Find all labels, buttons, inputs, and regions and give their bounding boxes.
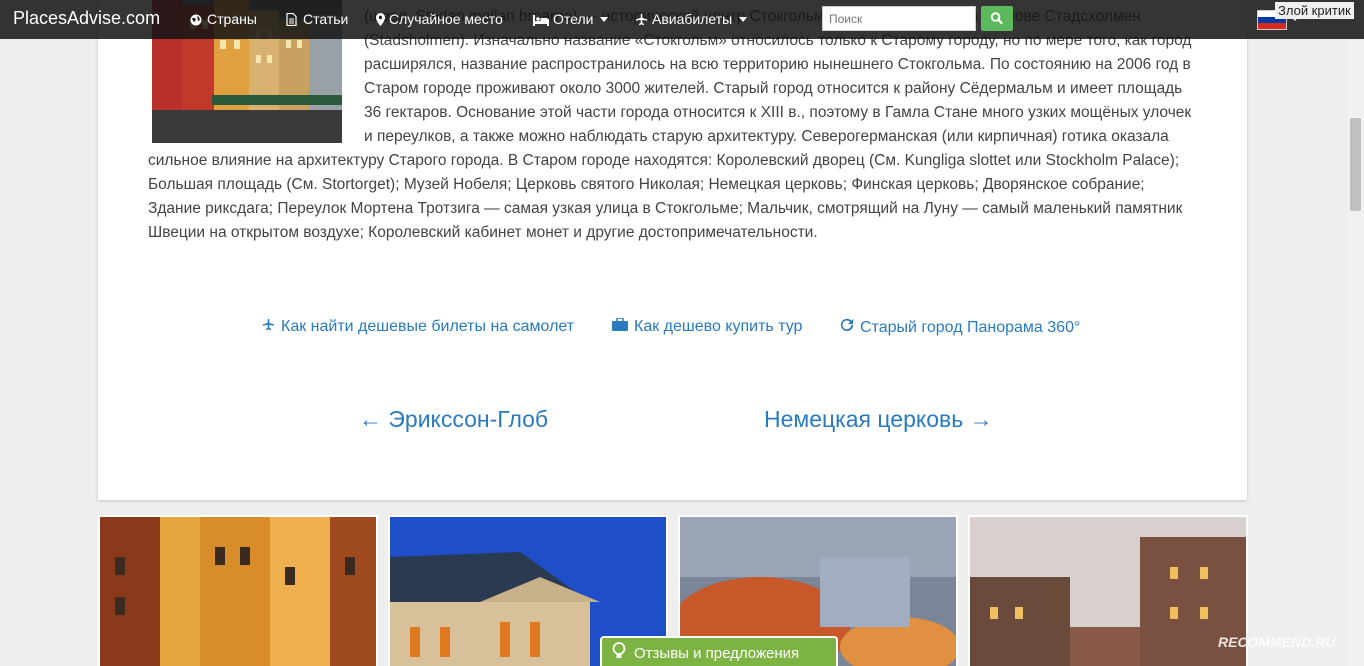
chevron-down-icon <box>739 16 748 22</box>
nav-hotels[interactable]: Отели <box>533 11 609 27</box>
cheap-flights-link[interactable]: Как найти дешевые билеты на самолет <box>262 318 574 336</box>
article-body: (швед. Staden mellan broarna) — историче… <box>148 5 1198 245</box>
brand-logo[interactable]: PlacesAdvise.com <box>13 8 160 29</box>
feedback-button[interactable]: Отзывы и предложения <box>600 636 838 666</box>
nav-flights-label: Авиабилеты <box>652 11 733 27</box>
nav-hotels-label: Отели <box>553 11 594 27</box>
gallery-thumb-1[interactable] <box>98 515 378 666</box>
next-article-link[interactable]: Немецкая церковь → <box>764 406 993 433</box>
nav-countries-label: Страны <box>207 11 257 27</box>
map-marker-icon <box>376 12 385 26</box>
bed-icon <box>533 13 549 26</box>
file-icon <box>286 12 299 26</box>
search-input[interactable] <box>822 6 976 31</box>
watermark: RECOMMEND.RU <box>1218 634 1336 650</box>
nav-countries[interactable]: Страны <box>190 11 257 27</box>
cheap-tour-link[interactable]: Как дешево купить тур <box>612 317 803 336</box>
user-name[interactable]: Злой критик <box>1275 2 1354 19</box>
cheap-tour-label: Как дешево купить тур <box>634 318 803 335</box>
lightbulb-icon <box>612 642 626 664</box>
search-button[interactable] <box>981 6 1013 31</box>
prev-article-link[interactable]: ← Эрикссон-Глоб <box>359 406 548 433</box>
scrollbar-track[interactable] <box>1347 0 1364 666</box>
nav-articles[interactable]: Статьи <box>286 11 348 27</box>
search-icon <box>990 12 1003 25</box>
cheap-flights-label: Как найти дешевые билеты на самолет <box>281 318 575 335</box>
nav-random-place[interactable]: Случайное место <box>376 11 503 27</box>
suitcase-icon <box>612 317 628 336</box>
plane-icon <box>262 318 275 336</box>
top-navbar: PlacesAdvise.com Страны Статьи Случайное… <box>0 0 1364 39</box>
panorama-link[interactable]: Старый город Панорама 360° <box>840 318 1080 337</box>
feedback-label: Отзывы и предложения <box>634 644 800 662</box>
globe-icon <box>190 13 203 26</box>
related-links: Как найти дешевые билеты на самолет Как … <box>0 317 1364 340</box>
refresh-icon <box>840 318 854 337</box>
gallery-thumb-4[interactable] <box>968 515 1248 666</box>
scrollbar-thumb[interactable] <box>1350 118 1361 211</box>
chevron-down-icon <box>600 16 609 22</box>
nav-random-place-label: Случайное место <box>389 11 503 27</box>
nav-flights[interactable]: Авиабилеты <box>635 11 748 27</box>
plane-icon <box>635 13 648 26</box>
panorama-label: Старый город Панорама 360° <box>860 318 1081 336</box>
nav-articles-label: Статьи <box>303 11 349 27</box>
